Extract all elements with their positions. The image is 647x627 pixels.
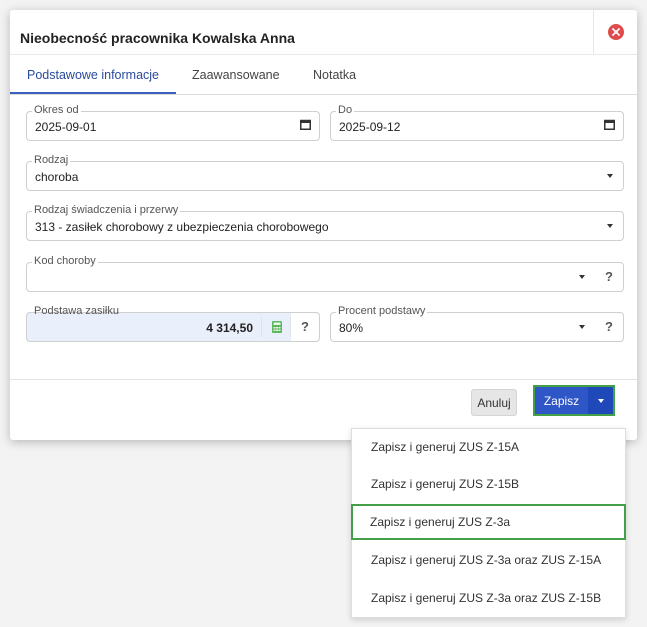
- rodzaj-select[interactable]: Rodzaj choroba: [26, 154, 624, 191]
- procent-podstawy-label: Procent podstawy: [336, 305, 428, 317]
- calculator-icon[interactable]: [271, 321, 283, 333]
- close-button[interactable]: [593, 10, 637, 54]
- tab-podstawowe-informacje[interactable]: Podstawowe informacje: [27, 55, 159, 95]
- save-options-menu: Zapisz i generuj ZUS Z-15A Zapisz i gene…: [351, 428, 626, 618]
- do-field[interactable]: Do 2025-09-12: [330, 104, 624, 141]
- rodzaj-value: choroba: [35, 170, 79, 184]
- chevron-down-icon: [579, 325, 585, 329]
- podstawa-zasilku-label: Podstawa zasiłku: [34, 305, 119, 317]
- footer-divider: [10, 379, 637, 380]
- tab-zaawansowane[interactable]: Zaawansowane: [192, 55, 280, 95]
- menu-item-zus-z15a[interactable]: Zapisz i generuj ZUS Z-15A: [352, 429, 625, 465]
- field-divider: [261, 317, 262, 337]
- okres-od-label: Okres od: [32, 104, 81, 116]
- rodzaj-swiadczenia-label: Rodzaj świadczenia i przerwy: [32, 204, 181, 216]
- save-menu-toggle[interactable]: [588, 387, 613, 414]
- rodzaj-swiadczenia-select[interactable]: Rodzaj świadczenia i przerwy 313 - zasił…: [26, 204, 624, 241]
- cancel-button[interactable]: Anuluj: [471, 389, 517, 416]
- help-button[interactable]: ?: [595, 263, 623, 291]
- procent-podstawy-select[interactable]: Procent podstawy 80% ?: [330, 305, 624, 342]
- podstawa-zasilku-value: 4 314,50: [206, 321, 253, 335]
- podstawa-zasilku-field[interactable]: Podstawa zasiłku 4 314,50 ?: [26, 305, 320, 342]
- kod-choroby-label: Kod choroby: [32, 255, 98, 267]
- menu-item-zus-z15b[interactable]: Zapisz i generuj ZUS Z-15B: [352, 466, 625, 502]
- close-icon[interactable]: [607, 24, 624, 40]
- do-label: Do: [336, 104, 355, 116]
- menu-item-zus-z3a-z15a[interactable]: Zapisz i generuj ZUS Z-3a oraz ZUS Z-15A: [352, 542, 625, 578]
- kod-choroby-select[interactable]: Kod choroby ?: [26, 255, 624, 292]
- help-button[interactable]: ?: [291, 313, 319, 341]
- procent-podstawy-value: 80%: [339, 321, 364, 335]
- calendar-icon[interactable]: [604, 119, 615, 130]
- chevron-down-icon: [607, 224, 613, 228]
- dialog-title: Nieobecność pracownika Kowalska Anna: [20, 30, 295, 46]
- help-button[interactable]: ?: [595, 313, 623, 341]
- chevron-down-icon: [597, 398, 604, 403]
- save-button[interactable]: Zapisz: [535, 387, 588, 414]
- tab-notatka[interactable]: Notatka: [313, 55, 356, 95]
- do-value: 2025-09-12: [339, 120, 401, 134]
- absence-dialog: Nieobecność pracownika Kowalska Anna Pod…: [10, 10, 637, 440]
- menu-item-zus-z3a-z15b[interactable]: Zapisz i generuj ZUS Z-3a oraz ZUS Z-15B: [352, 580, 625, 616]
- calendar-icon[interactable]: [300, 119, 311, 130]
- rodzaj-swiadczenia-value: 313 - zasiłek chorobowy z ubezpieczenia …: [35, 220, 329, 234]
- chevron-down-icon: [579, 275, 585, 279]
- tab-bar: Podstawowe informacje Zaawansowane Notat…: [10, 55, 637, 95]
- okres-od-value: 2025-09-01: [35, 120, 97, 134]
- rodzaj-label: Rodzaj: [32, 154, 71, 166]
- chevron-down-icon: [607, 174, 613, 178]
- menu-item-zus-z3a[interactable]: Zapisz i generuj ZUS Z-3a: [351, 504, 626, 540]
- tabs-divider: [10, 94, 637, 95]
- okres-od-field[interactable]: Okres od 2025-09-01: [26, 104, 320, 141]
